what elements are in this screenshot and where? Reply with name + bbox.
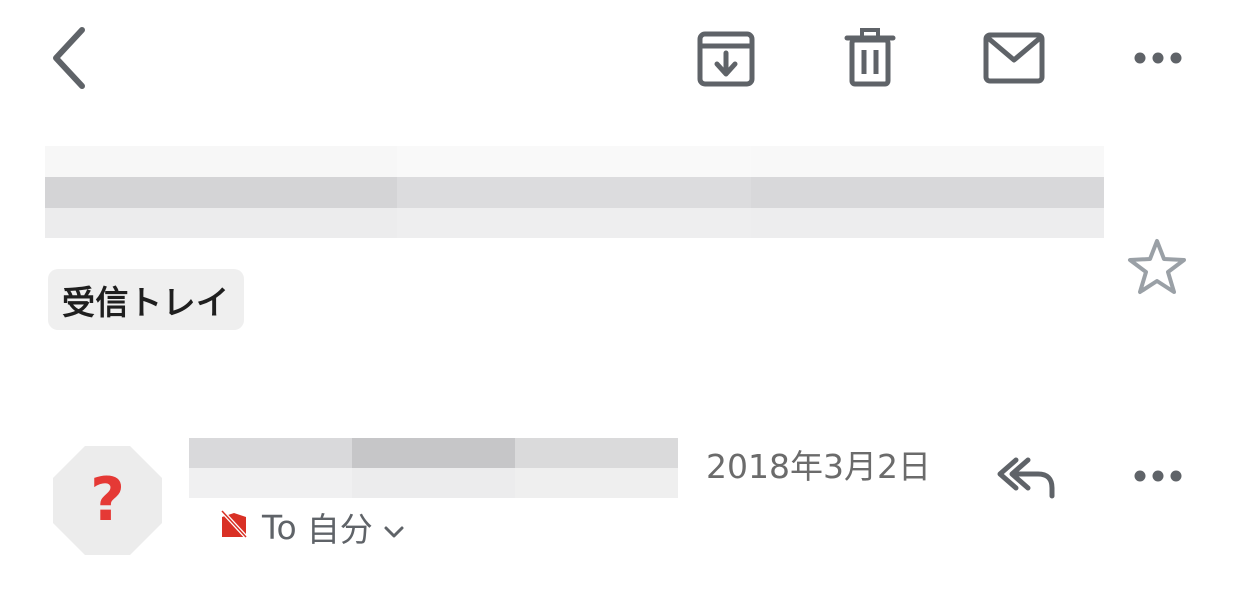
message-date: 2018年3月2日 bbox=[706, 447, 931, 486]
back-button[interactable] bbox=[36, 20, 100, 96]
label-text: 受信トレイ bbox=[62, 282, 230, 322]
recipient-name: 自分 bbox=[306, 510, 373, 549]
label-chip-inbox[interactable]: 受信トレイ bbox=[48, 269, 244, 330]
subject-redacted bbox=[45, 146, 1104, 238]
more-options-button[interactable] bbox=[1128, 38, 1188, 78]
trash-icon bbox=[844, 28, 896, 88]
recipient-prefix: To bbox=[262, 507, 297, 547]
star-button[interactable] bbox=[1124, 234, 1190, 300]
more-horizontal-icon bbox=[1133, 469, 1183, 483]
mark-unread-button[interactable] bbox=[978, 24, 1050, 92]
message-more-button[interactable] bbox=[1128, 456, 1188, 496]
archive-icon bbox=[696, 28, 756, 88]
more-horizontal-icon bbox=[1133, 51, 1183, 65]
reply-all-button[interactable] bbox=[990, 448, 1062, 504]
delete-button[interactable] bbox=[836, 22, 904, 94]
svg-text:?: ? bbox=[90, 465, 125, 535]
question-mark-icon: ? bbox=[53, 446, 162, 555]
star-outline-icon bbox=[1127, 238, 1187, 296]
avatar[interactable]: ? bbox=[53, 446, 162, 555]
mail-icon bbox=[983, 32, 1045, 84]
chevron-down-icon bbox=[383, 508, 405, 547]
important-off-icon bbox=[220, 508, 248, 547]
archive-button[interactable] bbox=[690, 22, 762, 94]
sender-name-redacted[interactable] bbox=[189, 438, 678, 498]
reply-all-icon bbox=[994, 452, 1058, 500]
chevron-left-icon bbox=[48, 26, 88, 90]
recipient-details-toggle[interactable]: To 自分 bbox=[220, 505, 405, 549]
